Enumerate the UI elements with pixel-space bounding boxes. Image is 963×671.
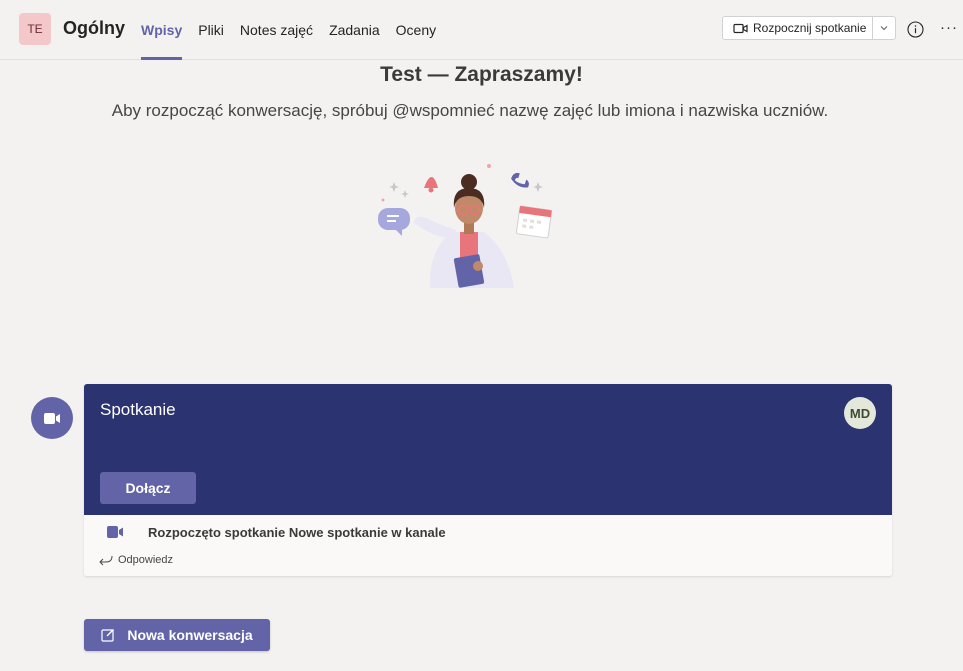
meeting-card-header: Spotkanie MD Dołącz — [84, 384, 892, 515]
video-camera-icon — [733, 23, 748, 33]
tab-zadania[interactable]: Zadania — [329, 0, 380, 60]
avatar[interactable]: MD — [844, 397, 876, 429]
tab-wpisy[interactable]: Wpisy — [141, 0, 183, 60]
channel-name: Ogólny — [63, 18, 125, 38]
welcome-title: Test — Zapraszamy! — [380, 63, 583, 86]
welcome-illustration — [378, 164, 553, 288]
video-camera-icon — [44, 412, 60, 424]
reply-label: Odpowiedz — [118, 554, 174, 566]
tab-pliki[interactable]: Pliki — [198, 0, 224, 60]
channel-header: TE Ogólny Wpisy Pliki Notes zajęć Zadani… — [0, 0, 963, 60]
new-conversation-button[interactable]: Nowa konwersacja — [84, 619, 270, 651]
meeting-card: Spotkanie MD Dołącz Rozpoczęto spotkanie… — [84, 384, 892, 576]
start-meeting-button[interactable]: Rozpocznij spotkanie — [722, 16, 896, 40]
compose-icon — [101, 629, 115, 642]
join-button[interactable]: Dołącz — [100, 472, 196, 504]
start-meeting-label: Rozpocznij spotkanie — [753, 21, 867, 35]
start-meeting-main[interactable]: Rozpocznij spotkanie — [723, 17, 874, 39]
new-conversation-label: Nowa konwersacja — [127, 627, 253, 643]
tab-oceny[interactable]: Oceny — [396, 0, 436, 60]
team-avatar[interactable]: TE — [19, 13, 51, 45]
tab-notes[interactable]: Notes zajęć — [240, 0, 313, 60]
welcome-subtitle: Aby rozpocząć konwersację, spróbuj @wspo… — [111, 101, 829, 120]
info-icon[interactable] — [907, 21, 924, 38]
meeting-card-body: Rozpoczęto spotkanie Nowe spotkanie w ka… — [84, 515, 892, 576]
reply-button[interactable]: Odpowiedz — [98, 554, 173, 566]
meeting-post-avatar — [31, 397, 73, 439]
reply-arrow-icon — [99, 555, 113, 566]
channel-tabs: Wpisy Pliki Notes zajęć Zadania Oceny — [141, 0, 452, 60]
start-meeting-dropdown[interactable] — [873, 17, 895, 39]
meeting-title: Spotkanie — [100, 400, 176, 419]
more-icon[interactable]: ··· — [940, 19, 958, 37]
video-camera-icon — [107, 526, 123, 538]
chevron-down-icon — [880, 26, 888, 31]
meeting-event-text: Rozpoczęto spotkanie Nowe spotkanie w ka… — [148, 525, 446, 540]
